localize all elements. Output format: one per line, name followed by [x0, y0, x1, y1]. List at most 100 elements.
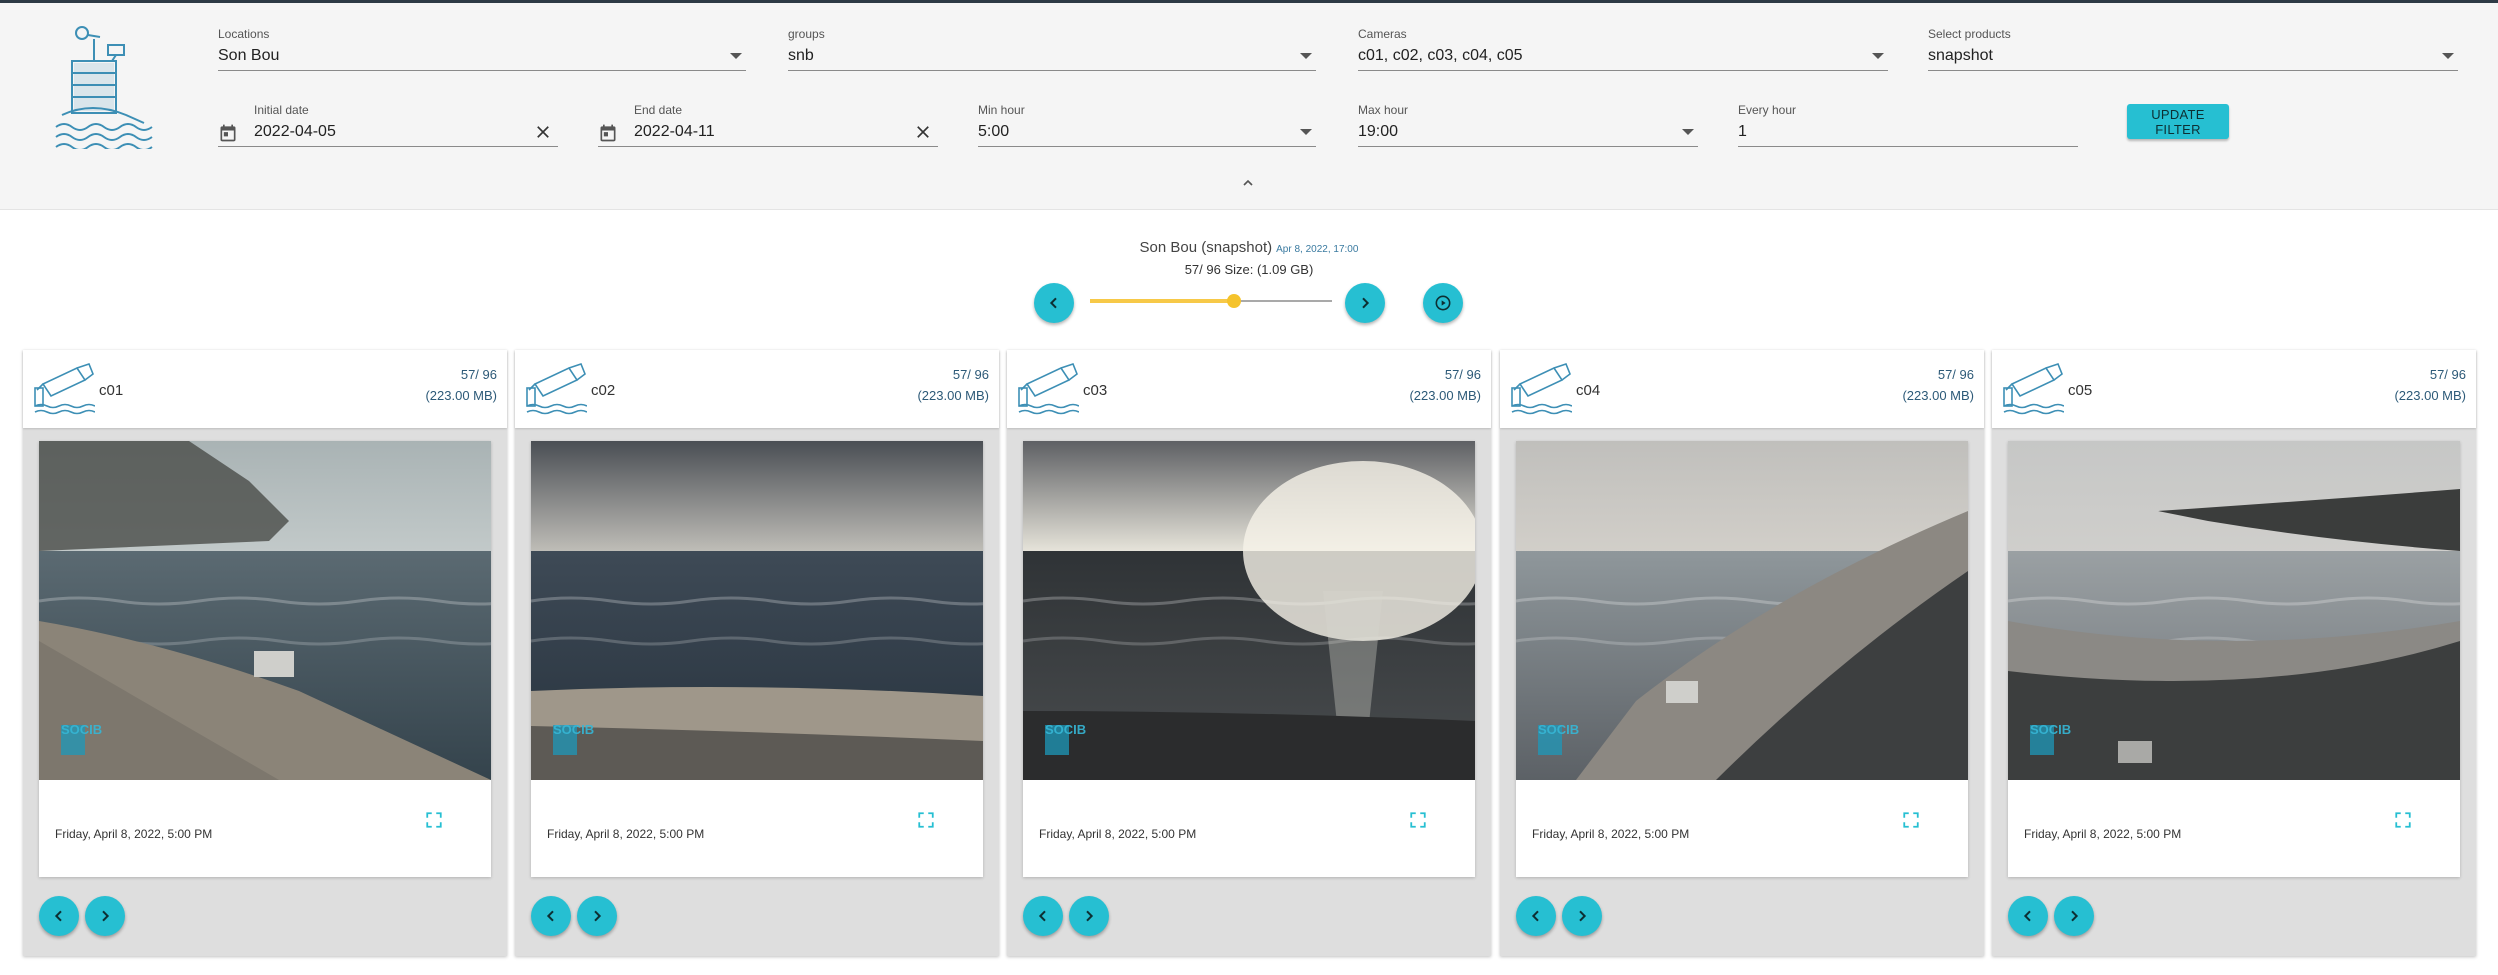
min-hour-value: 5:00 — [978, 123, 1010, 140]
dropdown-arrow-icon[interactable] — [1300, 53, 1312, 59]
dropdown-arrow-icon[interactable] — [1300, 129, 1312, 135]
player-title-text: Son Bou (snapshot) — [1139, 239, 1273, 256]
camera-image-count: 57/ 96 — [1444, 367, 1481, 382]
camera-card-header: c02 57/ 96 (223.00 MB) — [515, 350, 999, 428]
cameras-value: c01, c02, c03, c04, c05 — [1358, 47, 1523, 64]
camera-size: (223.00 MB) — [917, 388, 989, 403]
initial-date-field[interactable]: Initial date 2022-04-05 — [218, 99, 558, 147]
end-date-label: End date — [634, 103, 683, 117]
camera-name: c04 — [1576, 382, 1601, 399]
min-hour-select[interactable]: Min hour 5:00 — [978, 99, 1316, 147]
snapshot-photo[interactable]: SOCIB — [1516, 441, 1968, 780]
slider-thumb[interactable] — [1226, 294, 1241, 308]
svg-text:SOCIB: SOCIB — [553, 722, 594, 737]
snapshot-photo[interactable]: SOCIB — [2008, 441, 2460, 780]
fullscreen-icon[interactable] — [425, 811, 443, 829]
dropdown-arrow-icon[interactable] — [1682, 129, 1694, 135]
camera-prev-button[interactable] — [531, 896, 571, 936]
camera-card-c01: c01 57/ 96 (223.00 MB) SOCIB Friday, April 8… — [23, 350, 507, 956]
snapshot-date: Friday, April 8, 2022, 5:00 PM — [2024, 827, 2182, 841]
products-select[interactable]: Select products snapshot — [1928, 23, 2458, 71]
camera-card-header: c03 57/ 96 (223.00 MB) — [1007, 350, 1491, 428]
products-value: snapshot — [1928, 47, 1993, 64]
camera-snapshot-image: SOCIB — [1516, 441, 1968, 780]
dropdown-arrow-icon[interactable] — [1872, 53, 1884, 59]
camera-snapshot-image: SOCIB — [2008, 441, 2460, 780]
snapshot-photo[interactable]: SOCIB — [39, 441, 491, 780]
camera-icon — [34, 363, 95, 415]
camera-prev-button[interactable] — [39, 896, 79, 936]
camera-size: (223.00 MB) — [1902, 388, 1974, 403]
fullscreen-icon[interactable] — [2394, 811, 2412, 829]
player-title: Son Bou (snapshot) Apr 8, 2022, 17:00 — [0, 239, 2498, 256]
slider-rest — [1233, 300, 1332, 302]
camera-card-header: c04 57/ 96 (223.00 MB) — [1500, 350, 1984, 428]
groups-value: snb — [788, 47, 814, 64]
snapshot-card: SOCIB Friday, April 8, 2022, 5:00 PM — [39, 441, 491, 877]
player-next-button[interactable] — [1345, 283, 1385, 323]
chevron-up-icon[interactable] — [1240, 175, 1256, 191]
chevron-left-icon — [1049, 297, 1057, 309]
snapshot-card: SOCIB Friday, April 8, 2022, 5:00 PM — [1516, 441, 1968, 877]
camera-snapshot-image: SOCIB — [531, 441, 983, 780]
update-filter-button[interactable]: UPDATE FILTER — [2127, 104, 2229, 139]
end-date-field[interactable]: End date 2022-04-11 — [598, 99, 938, 147]
locations-select[interactable]: Locations Son Bou — [218, 23, 746, 71]
camera-prev-button[interactable] — [1023, 896, 1063, 936]
camera-size: (223.00 MB) — [2394, 388, 2466, 403]
camera-snapshot-image: SOCIB — [39, 441, 491, 780]
svg-text:SOCIB: SOCIB — [1045, 722, 1086, 737]
locations-label: Locations — [218, 27, 270, 41]
camera-card-c04: c04 57/ 96 (223.00 MB) SOCIB Friday, April 8… — [1500, 350, 1984, 956]
svg-text:SOCIB: SOCIB — [1538, 722, 1579, 737]
slider-fill — [1090, 299, 1234, 303]
chevron-left-icon — [1531, 910, 1539, 922]
camera-prev-button[interactable] — [1516, 896, 1556, 936]
camera-next-button[interactable] — [1562, 896, 1602, 936]
chevron-right-icon — [594, 910, 602, 922]
camera-name: c03 — [1083, 382, 1108, 399]
camera-name: c01 — [99, 382, 124, 399]
svg-text:SOCIB: SOCIB — [2030, 722, 2071, 737]
timeline-slider[interactable] — [1090, 294, 1332, 308]
camera-icon — [526, 363, 587, 415]
camera-name: c05 — [2068, 382, 2093, 399]
camera-card-c02: c02 57/ 96 (223.00 MB) SOCIB Friday, April 8… — [515, 350, 999, 956]
max-hour-value: 19:00 — [1358, 123, 1399, 140]
chevron-left-icon — [2023, 910, 2031, 922]
every-hour-label: Every hour — [1738, 103, 1797, 117]
camera-count: 57/ 96 (223.00 MB) — [425, 364, 497, 406]
player-prev-button[interactable] — [1034, 283, 1074, 323]
clear-icon[interactable] — [534, 123, 552, 141]
dropdown-arrow-icon[interactable] — [730, 53, 742, 59]
cameras-select[interactable]: Cameras c01, c02, c03, c04, c05 — [1358, 23, 1888, 71]
camera-next-button[interactable] — [85, 896, 125, 936]
snapshot-date: Friday, April 8, 2022, 5:00 PM — [547, 827, 705, 841]
camera-prev-button[interactable] — [2008, 896, 2048, 936]
snapshot-date: Friday, April 8, 2022, 5:00 PM — [1039, 827, 1197, 841]
max-hour-select[interactable]: Max hour 19:00 — [1358, 99, 1698, 147]
snapshot-photo[interactable]: SOCIB — [531, 441, 983, 780]
snapshot-card: SOCIB Friday, April 8, 2022, 5:00 PM — [531, 441, 983, 877]
fullscreen-icon[interactable] — [917, 811, 935, 829]
play-button[interactable] — [1423, 283, 1463, 323]
snapshot-photo[interactable]: SOCIB — [1023, 441, 1475, 780]
min-hour-label: Min hour — [978, 103, 1025, 117]
calendar-icon[interactable] — [598, 123, 618, 143]
camera-next-button[interactable] — [2054, 896, 2094, 936]
clear-icon[interactable] — [914, 123, 932, 141]
calendar-icon[interactable] — [218, 123, 238, 143]
camera-image-count: 57/ 96 — [460, 367, 497, 382]
camera-name: c02 — [591, 382, 616, 399]
svg-text:SOCIB: SOCIB — [61, 722, 102, 737]
every-hour-field[interactable]: Every hour 1 — [1738, 99, 2078, 147]
groups-select[interactable]: groups snb — [788, 23, 1316, 71]
camera-next-button[interactable] — [1069, 896, 1109, 936]
dropdown-arrow-icon[interactable] — [2442, 53, 2454, 59]
chevron-left-icon — [546, 910, 554, 922]
camera-next-button[interactable] — [577, 896, 617, 936]
fullscreen-icon[interactable] — [1902, 811, 1920, 829]
products-label: Select products — [1928, 27, 2011, 41]
fullscreen-icon[interactable] — [1409, 811, 1427, 829]
snapshot-date: Friday, April 8, 2022, 5:00 PM — [1532, 827, 1690, 841]
